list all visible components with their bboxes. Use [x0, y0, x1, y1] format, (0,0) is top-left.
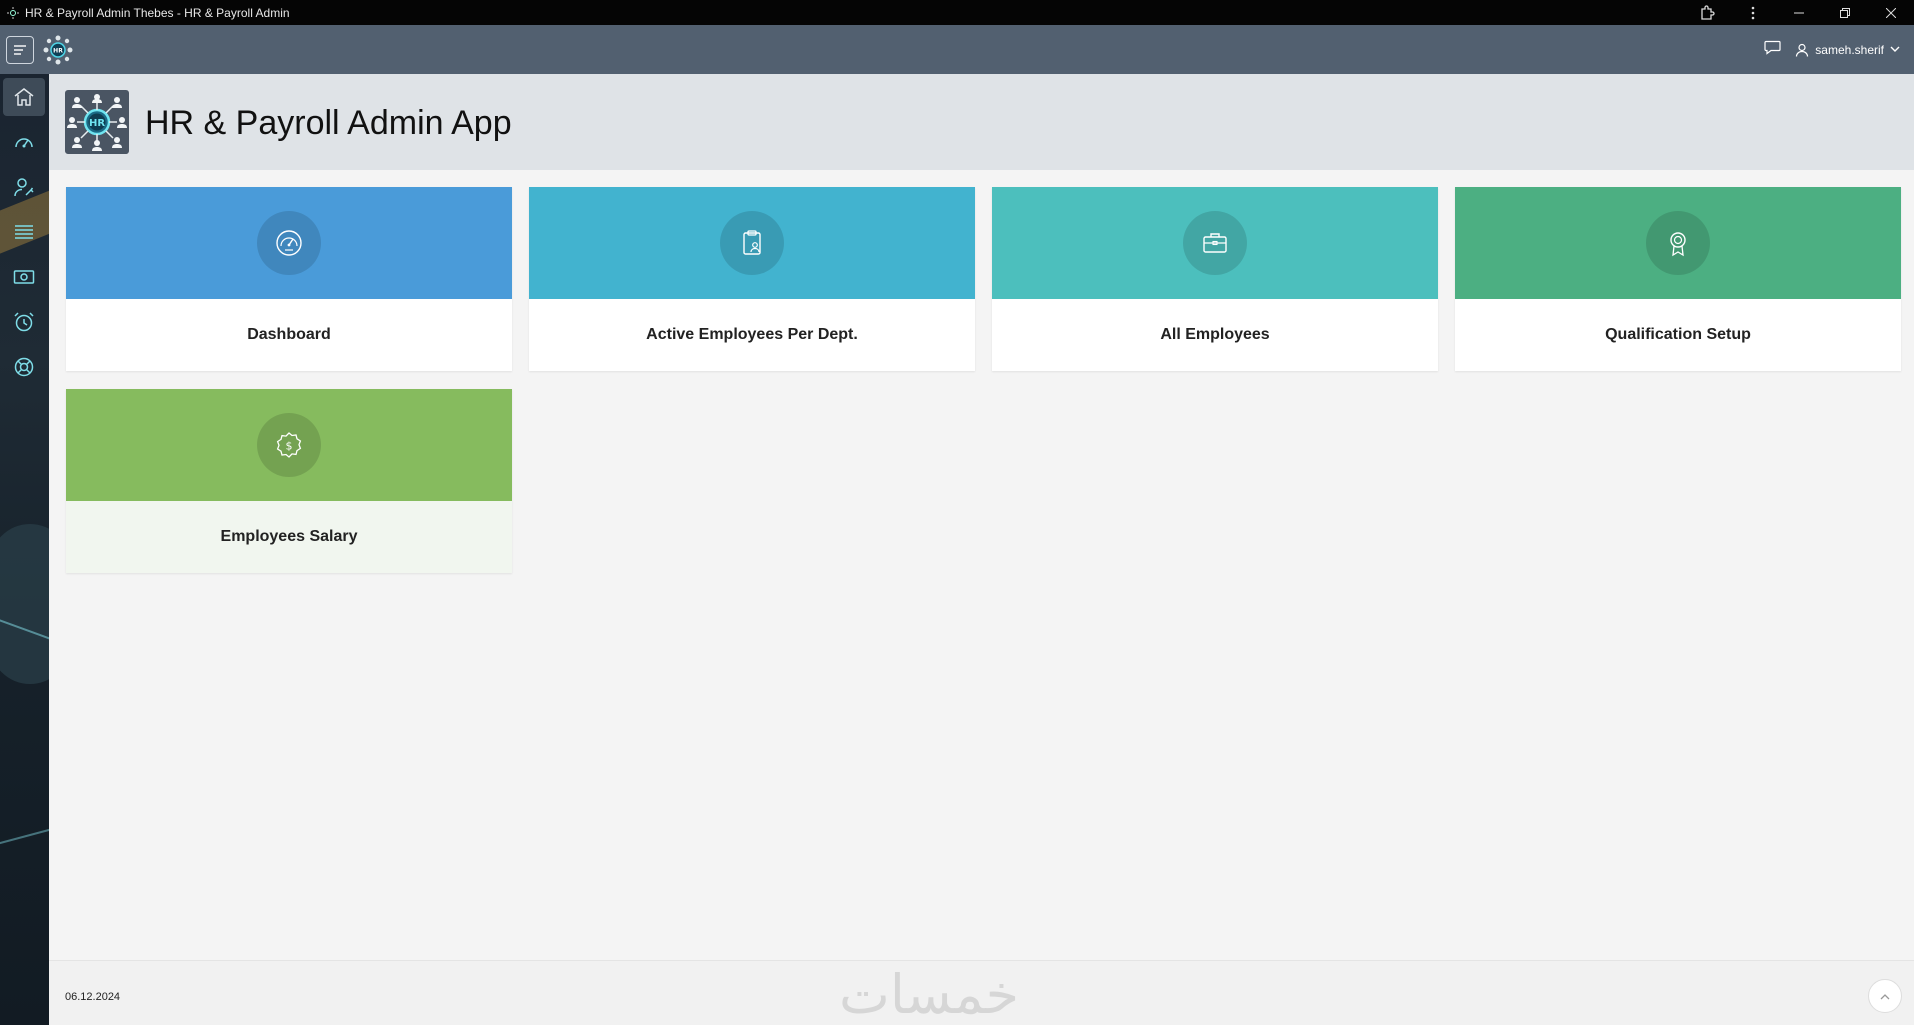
sidebar-item-home[interactable]	[3, 78, 45, 116]
app-logo-icon: HR	[65, 90, 129, 154]
app-header: HR sameh.sherif	[0, 25, 1914, 74]
tile-label: All Employees	[1160, 326, 1270, 343]
svg-text:HR: HR	[53, 47, 63, 54]
chevron-up-icon	[1880, 993, 1890, 999]
hamburger-icon	[14, 44, 26, 55]
sidebar-item-payroll[interactable]	[3, 258, 45, 296]
footer: 06.12.2024 خمسات	[49, 960, 1914, 1025]
minimize-button[interactable]	[1776, 0, 1822, 25]
page-title: HR & Payroll Admin App	[145, 104, 512, 142]
tile-dashboard[interactable]: Dashboard	[66, 187, 512, 371]
app-window-icon	[5, 5, 21, 21]
gauge-icon	[257, 211, 321, 275]
window-title: HR & Payroll Admin Thebes - HR & Payroll…	[25, 5, 290, 20]
svg-text:HR: HR	[89, 118, 105, 129]
window-titlebar: HR & Payroll Admin Thebes - HR & Payroll…	[0, 0, 1914, 25]
svg-text:$: $	[286, 440, 293, 453]
tile-label: Qualification Setup	[1605, 326, 1751, 343]
close-button[interactable]	[1868, 0, 1914, 25]
tile-label: Employees Salary	[220, 528, 358, 545]
watermark: خمسات	[839, 963, 1020, 1025]
sidebar-item-user-settings[interactable]	[3, 168, 45, 206]
brand-logo-icon[interactable]: HR	[42, 34, 74, 66]
dollar-badge-icon: $	[257, 413, 321, 477]
extensions-icon[interactable]	[1684, 0, 1730, 25]
award-icon	[1646, 211, 1710, 275]
footer-date: 06.12.2024	[65, 991, 121, 1003]
user-settings-icon	[14, 178, 34, 197]
support-icon	[14, 357, 34, 377]
tile-label: Dashboard	[247, 326, 331, 343]
user-menu[interactable]: sameh.sherif	[1795, 43, 1900, 57]
clipboard-user-icon	[720, 211, 784, 275]
chevron-down-icon	[1890, 46, 1900, 52]
tile-employees-salary[interactable]: $ Employees Salary	[66, 389, 512, 573]
tile-label: Active Employees Per Dept.	[646, 326, 858, 343]
sidebar-item-support[interactable]	[3, 348, 45, 386]
sidebar-item-list[interactable]	[3, 213, 45, 251]
sidebar-item-dashboard[interactable]	[3, 123, 45, 161]
briefcase-icon	[1183, 211, 1247, 275]
home-icon	[14, 88, 34, 106]
sidebar-rail	[0, 74, 49, 1025]
messages-icon[interactable]	[1764, 40, 1781, 60]
page-header: HR HR & Payroll Admin App	[49, 74, 1914, 170]
dashboard-gauge-icon	[15, 138, 33, 148]
user-name: sameh.sherif	[1815, 42, 1884, 57]
list-icon	[15, 225, 33, 239]
more-options-icon[interactable]	[1730, 0, 1776, 25]
alarm-clock-icon	[14, 312, 34, 332]
tile-all-employees[interactable]: All Employees	[992, 187, 1438, 371]
sidebar-item-attendance[interactable]	[3, 303, 45, 341]
tile-qualification-setup[interactable]: Qualification Setup	[1455, 187, 1901, 371]
scroll-to-top-button[interactable]	[1868, 979, 1902, 1013]
restore-button[interactable]	[1822, 0, 1868, 25]
user-icon	[1796, 43, 1809, 57]
menu-toggle-button[interactable]	[6, 35, 34, 64]
tile-active-employees-per-dept[interactable]: Active Employees Per Dept.	[529, 187, 975, 371]
money-icon	[13, 270, 35, 284]
